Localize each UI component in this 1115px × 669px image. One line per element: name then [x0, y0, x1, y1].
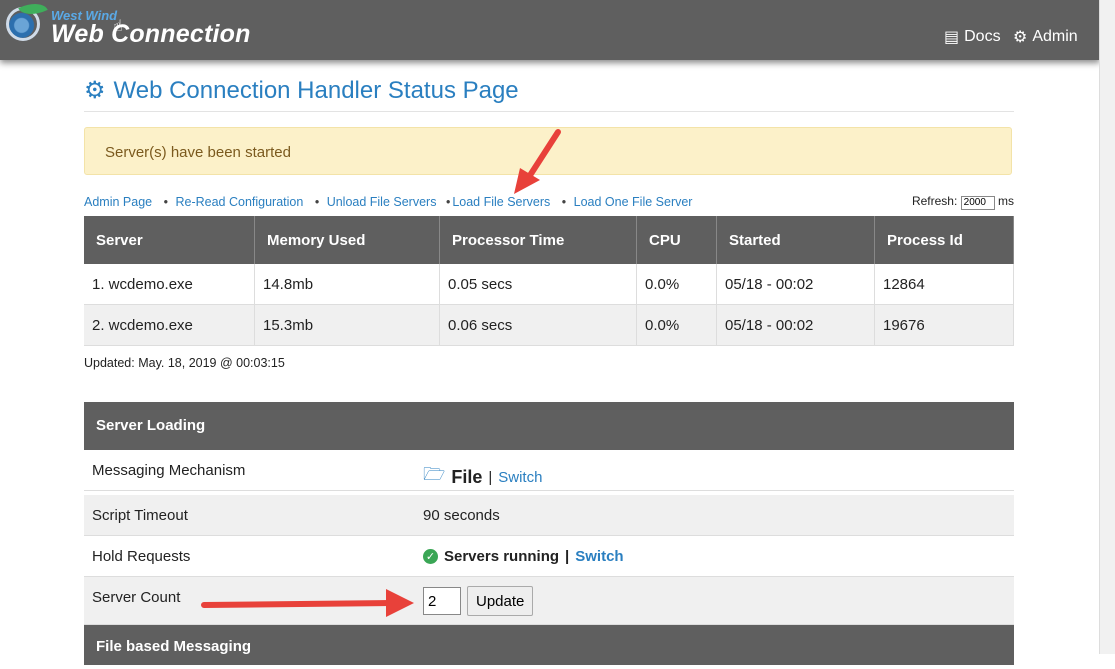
- admin-links-bar: Admin Page • Re-Read Configuration • Unl…: [84, 195, 692, 209]
- table-row: 1. wcdemo.exe 14.8mb 0.05 secs 0.0% 05/1…: [84, 264, 1014, 305]
- col-header-cpu: CPU: [636, 216, 717, 264]
- check-circle-icon: ✓: [423, 549, 438, 564]
- folder-open-icon: 🗁: [423, 464, 446, 484]
- hold-requests-row: Hold Requests ✓ Servers running | Switch: [84, 536, 1014, 577]
- cell-process-id: 19676: [874, 304, 1014, 346]
- unload-file-servers-link[interactable]: Unload File Servers: [327, 195, 437, 209]
- cell-processor: 0.06 secs: [439, 304, 637, 346]
- refresh-label: Refresh:: [911, 194, 958, 208]
- gear-icon: ⚙: [84, 77, 106, 104]
- timeout-label: Script Timeout: [92, 507, 188, 524]
- messaging-row: Messaging Mechanism 🗁 File | Switch: [84, 450, 1014, 491]
- separator: •: [445, 195, 451, 209]
- cell-processor: 0.05 secs: [439, 264, 637, 305]
- table-header-row: Server Memory Used Processor Time CPU St…: [84, 216, 1014, 264]
- reread-config-link[interactable]: Re-Read Configuration: [175, 195, 303, 209]
- vertical-scrollbar[interactable]: [1099, 0, 1115, 654]
- server-status-table: Server Memory Used Processor Time CPU St…: [84, 216, 1014, 346]
- cell-process-id: 12864: [874, 264, 1014, 305]
- messaging-mode: File: [451, 466, 483, 487]
- brand-title[interactable]: Web Connection: [51, 20, 251, 49]
- col-header-started: Started: [716, 216, 875, 264]
- cell-started: 05/18 - 00:02: [716, 264, 875, 305]
- gears-icon: ⚙: [1013, 29, 1028, 46]
- hold-status: Servers running: [444, 548, 560, 565]
- cell-cpu: 0.0%: [636, 264, 717, 305]
- hold-value: ✓ Servers running | Switch: [423, 548, 624, 565]
- server-count-controls: Update: [423, 586, 534, 616]
- docs-label: Docs: [964, 28, 1001, 45]
- page-title: ⚙ Web Connection Handler Status Page: [84, 70, 1014, 112]
- server-loading-header: Server Loading: [84, 402, 1014, 450]
- col-header-memory: Memory Used: [254, 216, 440, 264]
- load-one-file-server-link[interactable]: Load One File Server: [574, 195, 693, 209]
- top-navbar: West Wind Web Connection ☝ ▤ Docs ⚙ Admi…: [0, 0, 1100, 60]
- docs-link[interactable]: ▤ Docs: [944, 27, 1001, 47]
- admin-link[interactable]: ⚙ Admin: [1013, 27, 1078, 47]
- status-alert: Server(s) have been started: [84, 127, 1012, 175]
- timeout-row: Script Timeout 90 seconds: [84, 495, 1014, 536]
- cell-cpu: 0.0%: [636, 304, 717, 346]
- main-content: ⚙ Web Connection Handler Status Page Ser…: [84, 70, 1014, 665]
- mouse-cursor-icon: ☝: [113, 18, 123, 35]
- separator: |: [488, 468, 493, 486]
- admin-page-link[interactable]: Admin Page: [84, 195, 152, 209]
- file-messaging-header: File based Messaging: [84, 625, 1014, 665]
- cell-memory: 14.8mb: [254, 264, 440, 305]
- col-header-process-id: Process Id: [874, 216, 1014, 264]
- update-button[interactable]: Update: [467, 586, 534, 616]
- table-row: 2. wcdemo.exe 15.3mb 0.06 secs 0.0% 05/1…: [84, 304, 1014, 346]
- server-count-row: Server Count Update: [84, 577, 1014, 625]
- hold-label: Hold Requests: [92, 548, 191, 565]
- server-count-label: Server Count: [92, 589, 181, 606]
- cell-memory: 15.3mb: [254, 304, 440, 346]
- server-count-input[interactable]: [423, 587, 461, 615]
- admin-label: Admin: [1032, 28, 1078, 45]
- load-file-servers-link[interactable]: Load File Servers: [452, 195, 550, 209]
- book-icon: ▤: [944, 29, 960, 46]
- cell-server: 1. wcdemo.exe: [84, 264, 255, 305]
- refresh-control: Refresh: ms: [912, 194, 1014, 210]
- updated-timestamp: Updated: May. 18, 2019 @ 00:03:15: [84, 356, 285, 370]
- page-title-text: Web Connection Handler Status Page: [113, 76, 519, 104]
- hold-switch-link[interactable]: Switch: [575, 548, 623, 565]
- refresh-input[interactable]: [960, 195, 995, 210]
- refresh-unit: ms: [998, 194, 1014, 208]
- messaging-label: Messaging Mechanism: [92, 462, 246, 479]
- col-header-processor: Processor Time: [439, 216, 637, 264]
- col-header-server: Server: [84, 216, 255, 264]
- separator: •: [314, 195, 320, 209]
- messaging-value: 🗁 File | Switch: [423, 462, 542, 492]
- separator: •: [163, 195, 168, 209]
- separator: |: [565, 548, 570, 565]
- timeout-value: 90 seconds: [423, 507, 500, 524]
- messaging-switch-link[interactable]: Switch: [498, 469, 542, 486]
- cell-started: 05/18 - 00:02: [716, 304, 875, 346]
- cell-server: 2. wcdemo.exe: [84, 304, 255, 346]
- separator: •: [561, 195, 567, 209]
